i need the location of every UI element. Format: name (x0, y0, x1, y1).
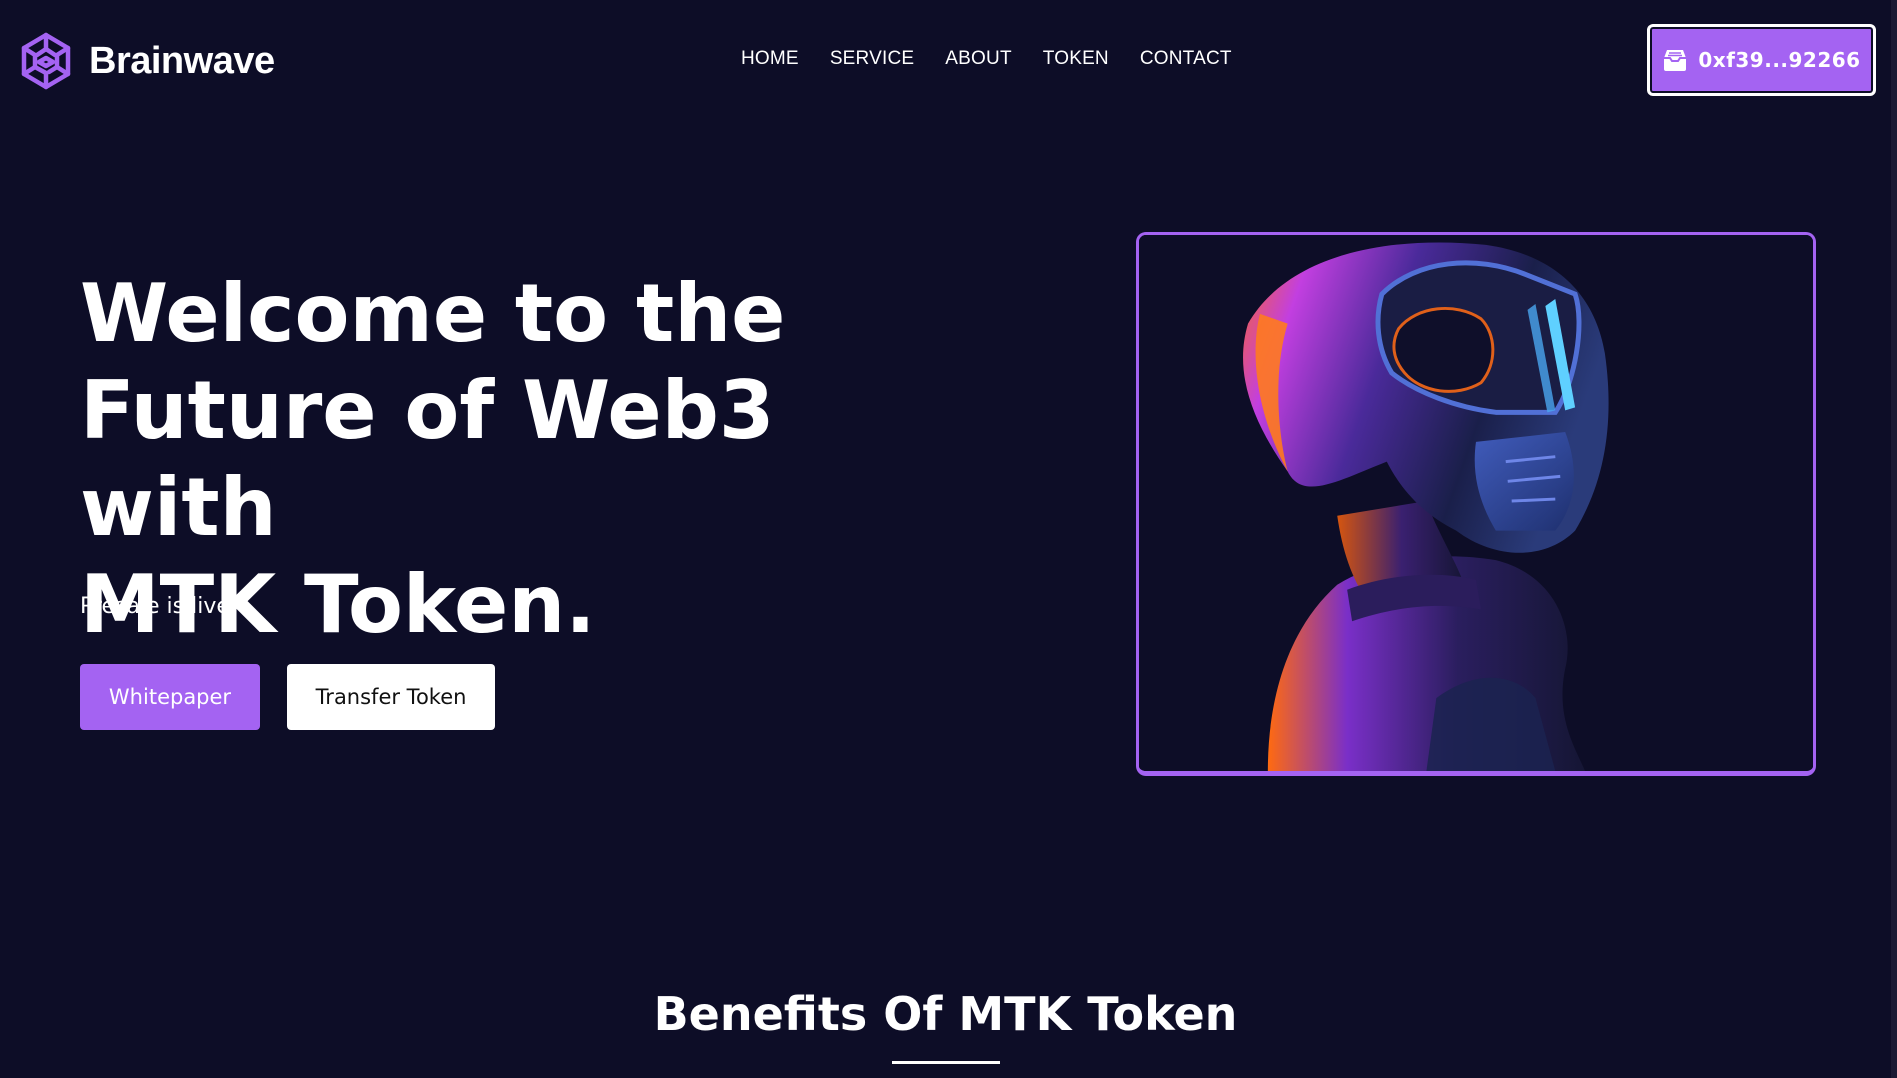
wallet-address: 0xf39...92266 (1698, 48, 1861, 72)
section-underline (892, 1061, 1000, 1064)
benefits-title: Benefits Of MTK Token (653, 987, 1238, 1041)
nav-contact[interactable]: CONTACT (1140, 48, 1232, 70)
hero-title-line-1: Welcome to the (80, 267, 786, 360)
nav-service[interactable]: SERVICE (830, 48, 914, 70)
nav-token[interactable]: TOKEN (1043, 48, 1109, 70)
wallet-icon (1664, 50, 1687, 71)
transfer-token-button[interactable]: Transfer Token (287, 664, 495, 730)
nav-home[interactable]: HOME (741, 48, 799, 70)
hero-image-frame (1136, 232, 1816, 776)
brand-name: Brainwave (89, 39, 275, 82)
hero-title-line-2: Future of Web3 with (80, 364, 775, 554)
main-nav: HOME SERVICE ABOUT TOKEN CONTACT (741, 48, 1232, 70)
helmet-figure-illustration (1139, 235, 1813, 771)
page: Brainwave HOME SERVICE ABOUT TOKEN CONTA… (0, 0, 1897, 1078)
brain-circuit-icon (21, 32, 71, 90)
page-scrollbar[interactable] (1891, 0, 1897, 1078)
presale-status: Presale is live (80, 594, 230, 619)
wallet-address-button[interactable]: 0xf39...92266 (1647, 24, 1876, 96)
nav-about[interactable]: ABOUT (945, 48, 1011, 70)
brand[interactable]: Brainwave (17, 32, 275, 90)
whitepaper-button[interactable]: Whitepaper (80, 664, 260, 730)
